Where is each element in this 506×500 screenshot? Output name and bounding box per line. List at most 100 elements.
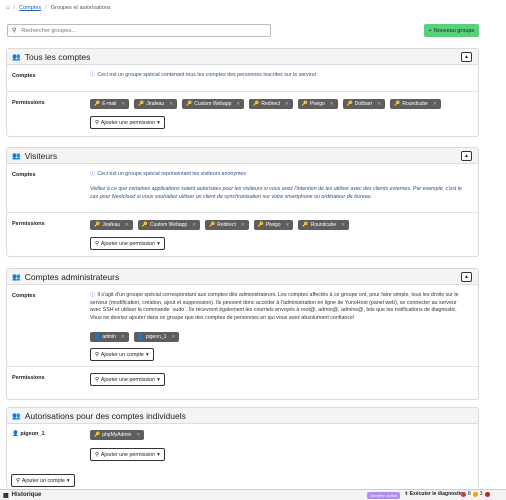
card-title: Comptes administrateurs bbox=[24, 271, 120, 282]
caret-down-icon: ▾ bbox=[157, 240, 160, 247]
history-bar: ▩ Historique Dernière action ⚕ Exécuter le… bbox=[0, 489, 506, 500]
add-permission-button[interactable]: ⚲ Ajouter une permission ▾ bbox=[90, 116, 165, 129]
add-permission-label: Ajouter une permission bbox=[100, 376, 156, 383]
accounts-label: Comptes bbox=[12, 73, 36, 79]
status-dot-icon bbox=[484, 491, 490, 497]
caret-down-icon: ▾ bbox=[145, 351, 149, 358]
collapse-button[interactable]: ▲ bbox=[461, 272, 472, 282]
breadcrumb-accounts-link[interactable]: Comptes bbox=[19, 5, 41, 11]
search-icon: ⚲ bbox=[95, 351, 99, 358]
remove-icon[interactable]: ✕ bbox=[285, 101, 289, 107]
permission-tag[interactable]: 🔑 Dolibarr ✕ bbox=[342, 99, 386, 109]
remove-icon[interactable]: ✕ bbox=[125, 222, 129, 228]
member-tag[interactable]: 👤 pigeon_1 ✕ bbox=[133, 332, 180, 342]
tag-label: Redirect bbox=[261, 101, 281, 107]
permissions-label: Permissions bbox=[12, 221, 45, 227]
diagnosis-counts[interactable]: 8 3 bbox=[461, 491, 490, 497]
tag-label: Roundcube bbox=[402, 101, 428, 107]
key-icon: 🔑 bbox=[138, 101, 145, 107]
divider bbox=[7, 366, 478, 367]
card-header: 👥 Comptes administrateurs bbox=[7, 269, 478, 285]
remove-icon[interactable]: ✕ bbox=[330, 101, 334, 107]
key-icon: 🔑 bbox=[253, 101, 260, 107]
add-permission-button[interactable]: ⚲ Ajouter une permission ▾ bbox=[90, 237, 165, 250]
error-dot-icon bbox=[461, 491, 466, 497]
plus-icon: + bbox=[428, 27, 432, 34]
accounts-label: Comptes bbox=[12, 172, 36, 178]
remove-icon[interactable]: ✕ bbox=[433, 101, 437, 107]
add-permission-button[interactable]: ⚲ Ajouter une permission ▾ bbox=[90, 373, 165, 386]
member-tag[interactable]: 👤 admin ✕ bbox=[90, 332, 129, 342]
permission-tag[interactable]: 🔑 E-mail ✕ bbox=[90, 99, 130, 109]
remove-icon[interactable]: ✕ bbox=[171, 334, 175, 340]
collapse-button[interactable]: ▲ bbox=[461, 151, 472, 161]
history-label: Historique bbox=[11, 492, 42, 498]
permission-tags: 🔑 phpMyAdmin ✕ bbox=[90, 430, 145, 440]
diagnosis-label: Exécuter le diagnostic bbox=[409, 491, 463, 497]
permissions-label: Permissions bbox=[12, 100, 45, 106]
remove-icon[interactable]: ✕ bbox=[341, 222, 345, 228]
history-toggle[interactable]: ▩ Historique bbox=[3, 492, 41, 499]
tag-label: Roundcube bbox=[310, 222, 337, 228]
permission-tag[interactable]: 🔑 Roundcube ✕ bbox=[390, 99, 441, 109]
remove-icon[interactable]: ✕ bbox=[169, 101, 173, 107]
tag-label: pigeon_1 bbox=[145, 334, 167, 340]
permission-tag[interactable]: 🔑 Roundcube ✕ bbox=[298, 220, 349, 230]
search-icon: ⚲ bbox=[95, 240, 99, 247]
home-icon[interactable]: ⌂ bbox=[6, 5, 10, 11]
key-icon: 🔑 bbox=[94, 101, 101, 107]
permission-tag[interactable]: 🔑 Jirafeau ✕ bbox=[90, 220, 133, 230]
users-icon: 👥 bbox=[12, 273, 21, 281]
permission-tag[interactable]: 🔑 Piwigo ✕ bbox=[297, 99, 338, 109]
users-icon: 👥 bbox=[12, 412, 21, 420]
breadcrumb: ⌂ / Comptes / Groupes et autorisations bbox=[6, 5, 111, 11]
permission-tag[interactable]: 🔑 phpMyAdmin ✕ bbox=[90, 430, 145, 440]
add-account-button[interactable]: ⚲ Ajouter un compte ▾ bbox=[11, 474, 75, 487]
info-icon: ⓘ bbox=[90, 72, 96, 78]
remove-icon[interactable]: ✕ bbox=[121, 334, 125, 340]
remove-icon[interactable]: ✕ bbox=[241, 222, 245, 228]
permission-tag[interactable]: 🔑 Jirafeau ✕ bbox=[134, 99, 177, 109]
add-permission-label: Ajouter une permission bbox=[100, 240, 156, 247]
remove-icon[interactable]: ✕ bbox=[286, 222, 290, 228]
collapse-button[interactable]: ▲ bbox=[461, 52, 472, 62]
permission-tag[interactable]: 🔑 Redirect ✕ bbox=[249, 99, 293, 109]
user-name: pigeon_1 bbox=[20, 431, 45, 437]
add-account-button[interactable]: ⚲ Ajouter un compte ▾ bbox=[90, 348, 154, 361]
key-icon: 🔑 bbox=[186, 101, 193, 107]
search-input[interactable] bbox=[21, 27, 262, 34]
add-permission-label: Ajouter une permission bbox=[100, 451, 156, 458]
new-group-button[interactable]: + Nouveau groupe bbox=[424, 24, 479, 37]
info-message: Ceci est un groupe spécial représentant … bbox=[97, 171, 246, 177]
permission-tags: 🔑 Jirafeau ✕ 🔑 Custom Webapp ✕ 🔑 Redirect ✕ 🔑 P… bbox=[90, 220, 349, 230]
search-box: ⚲ bbox=[7, 24, 271, 37]
group-card-visitors: 👥 Visiteurs ▲ Comptes ⓘ Ceci est un group… bbox=[6, 147, 479, 257]
terminal-icon: ▩ bbox=[3, 492, 9, 499]
tag-label: Jirafeau bbox=[102, 222, 121, 228]
permission-tag[interactable]: 🔑 Piwigo ✕ bbox=[253, 220, 294, 230]
remove-icon[interactable]: ✕ bbox=[377, 101, 381, 107]
permission-tag[interactable]: 🔑 Redirect ✕ bbox=[204, 220, 249, 230]
last-action-badge: Dernière action bbox=[367, 492, 401, 499]
remove-icon[interactable]: ✕ bbox=[136, 432, 140, 438]
key-icon: 🔑 bbox=[208, 222, 216, 228]
accounts-label: Comptes bbox=[12, 293, 36, 299]
warning-count: 3 bbox=[479, 491, 483, 497]
add-permission-button[interactable]: ⚲ Ajouter une permission ▾ bbox=[90, 448, 165, 461]
add-account-label: Ajouter un compte bbox=[21, 477, 65, 484]
key-icon: 🔑 bbox=[257, 222, 264, 228]
remove-icon[interactable]: ✕ bbox=[121, 101, 125, 107]
stethoscope-icon: ⚕ bbox=[405, 491, 408, 497]
search-icon: ⚲ bbox=[95, 119, 99, 126]
permission-tag[interactable]: 🔑 Custom Webapp ✕ bbox=[182, 99, 245, 109]
remove-icon[interactable]: ✕ bbox=[236, 101, 240, 107]
key-icon: 🔑 bbox=[302, 222, 309, 228]
run-diagnosis-button[interactable]: ⚕ Exécuter le diagnostic bbox=[405, 491, 463, 497]
group-card-all-users: 👥 Tous les comptes ▲ Comptes ⓘ Ceci est u… bbox=[6, 48, 479, 137]
remove-icon[interactable]: ✕ bbox=[192, 222, 196, 228]
tag-label: Custom Webapp bbox=[194, 101, 232, 107]
info-text: ⓘ Il s'agit d'un groupe spécial correspon… bbox=[90, 292, 468, 322]
permission-tag[interactable]: 🔑 Custom Webapp ✕ bbox=[137, 220, 200, 230]
caret-down-icon: ▾ bbox=[157, 119, 160, 126]
tag-label: phpMyAdmin bbox=[102, 432, 132, 438]
